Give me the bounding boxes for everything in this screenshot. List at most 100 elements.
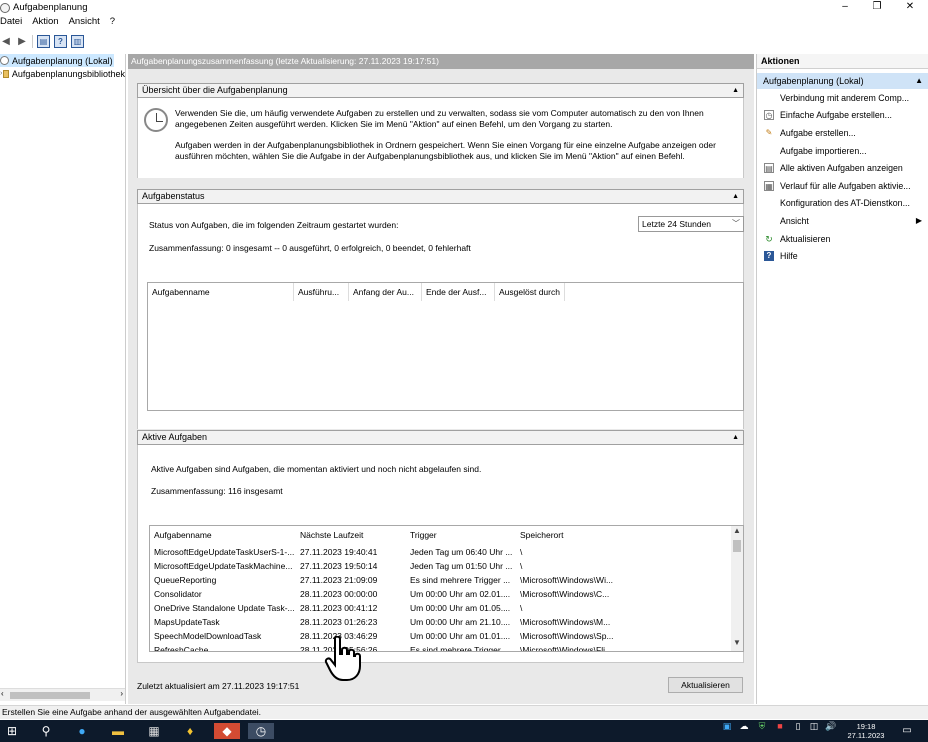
menu-help[interactable]: ? [110, 16, 115, 30]
antivirus-icon[interactable]: ■ [774, 722, 786, 740]
scroll-up-icon[interactable]: ▲ [731, 526, 743, 538]
action-at-config[interactable]: Konfiguration des AT-Dienstkon... [757, 195, 928, 213]
scroll-right-icon[interactable]: › [120, 689, 123, 698]
table-row[interactable]: OneDrive Standalone Update Task-... 28.11… [150, 601, 626, 615]
action-import-task[interactable]: Aufgabe importieren... [757, 142, 928, 160]
collapse-icon[interactable]: ▲ [732, 84, 739, 97]
menu-ansicht[interactable]: Ansicht [69, 16, 100, 30]
app-red-icon[interactable]: ◆ [214, 723, 240, 739]
actions-group-label: Aufgabenplanung (Lokal) [763, 76, 864, 86]
menu-datei[interactable]: Datei [0, 16, 22, 30]
table-cell: QueueReporting [154, 575, 217, 585]
toolbar-separator [32, 35, 33, 48]
table-row[interactable]: Consolidator 28.11.2023 00:00:00 Um 00:00 … [150, 587, 626, 601]
console-tree-icon[interactable]: ▤ [37, 35, 50, 48]
collapse-icon[interactable]: ▲ [732, 431, 739, 444]
volume-icon[interactable]: 🔊 [824, 722, 838, 740]
network-icon[interactable]: ◫ [808, 722, 820, 740]
scroll-thumb[interactable] [10, 692, 90, 699]
start-windows-icon[interactable]: ⊞ [4, 723, 20, 739]
table-row[interactable]: MicrosoftEdgeUpdateTaskUserS-1-... 27.11.… [150, 545, 626, 559]
refresh-button[interactable]: Aktualisieren [668, 677, 743, 693]
table-cell: \Microsoft\Windows\M... [520, 617, 611, 627]
last-updated-text: Zuletzt aktualisiert am 27.11.2023 19:17… [137, 681, 300, 691]
table-cell: Es sind mehrere Trigger ... [410, 645, 511, 652]
restore-button[interactable]: ❐ [862, 0, 892, 14]
status-task-table[interactable]: Aufgabenname Ausführu... Anfang der Au..… [147, 282, 744, 411]
status-period-select[interactable]: Letzte 24 Stunden ﹀ [638, 216, 744, 232]
action-label: Verbindung mit anderem Comp... [780, 92, 910, 103]
edge-browser-icon[interactable]: ● [74, 723, 90, 739]
minimize-button[interactable]: – [830, 0, 860, 14]
help-icon[interactable]: ? [54, 35, 67, 48]
table-cell: MicrosoftEdgeUpdateTaskMachine... [154, 561, 293, 571]
action-create-basic-task[interactable]: ◷ Einfache Aufgabe erstellen... [757, 107, 928, 125]
table-row[interactable]: RefreshCache 28.11.2023 05:56:26 Es sind m… [150, 643, 626, 652]
column-header[interactable]: Anfang der Au... [349, 283, 422, 301]
action-help[interactable]: ? Hilfe [757, 247, 928, 265]
paint-app-icon[interactable]: ♦ [182, 723, 198, 739]
column-header[interactable]: Ende der Ausf... [422, 283, 495, 301]
column-header[interactable]: Aufgabenname [150, 526, 296, 544]
collapse-icon[interactable]: ▲ [915, 73, 923, 89]
tray-app-icon[interactable]: ▣ [722, 722, 732, 740]
action-show-running[interactable]: ▤ Alle aktiven Aufgaben anzeigen [757, 159, 928, 177]
active-section-header[interactable]: Aktive Aufgaben ▲ [137, 430, 744, 445]
summary-pane: Aufgabenplanungszusammenfassung (letzte … [128, 54, 754, 704]
window-title: Aufgabenplanung [13, 2, 88, 13]
clock[interactable]: 19:18 27.11.2023 [842, 722, 890, 740]
task-scheduler-taskbar-icon[interactable]: ◷ [248, 723, 274, 739]
column-header[interactable]: Speicherort [516, 526, 626, 544]
clock-icon [0, 56, 9, 65]
search-icon[interactable]: ⚲ [38, 723, 54, 739]
file-explorer-icon[interactable]: ▬ [110, 723, 126, 739]
status-period-label: Status von Aufgaben, die im folgenden Ze… [149, 220, 399, 230]
table-row[interactable]: MicrosoftEdgeUpdateTaskMachine... 27.11.2… [150, 559, 626, 573]
overview-section-header[interactable]: Übersicht über die Aufgabenplanung ▲ [137, 83, 744, 98]
taskbar: ⊞ ⚲ ● ▬ ▦ ♦ ◆ ◷ ▣ ☁ ⛨ ■ ▯ ◫ 🔊 19:18 27.1… [0, 720, 928, 742]
close-button[interactable]: ✕ [895, 0, 925, 14]
forward-arrow-icon[interactable]: ▶ [16, 36, 28, 48]
scroll-down-icon[interactable]: ▼ [731, 638, 743, 650]
battery-icon[interactable]: ▯ [792, 722, 804, 740]
scroll-left-icon[interactable]: ‹ [1, 689, 4, 698]
network-app-icon[interactable]: ▦ [146, 723, 162, 739]
actions-group-header[interactable]: Aufgabenplanung (Lokal) ▲ [757, 73, 928, 89]
menu-aktion[interactable]: Aktion [32, 16, 58, 30]
blank-icon [764, 93, 774, 103]
column-header[interactable]: Trigger [406, 526, 516, 544]
column-header[interactable]: Nächste Laufzeit [296, 526, 406, 544]
column-header[interactable]: Ausgelöst durch [495, 283, 565, 301]
active-task-table[interactable]: Aufgabenname Nächste Laufzeit Trigger Sp… [149, 525, 744, 652]
column-header[interactable]: Ausführu... [294, 283, 349, 301]
table-row[interactable]: MapsUpdateTask 28.11.2023 01:26:23 Um 00:0… [150, 615, 626, 629]
action-label: Hilfe [780, 251, 798, 262]
table-row[interactable]: QueueReporting 27.11.2023 21:09:09 Es sind… [150, 573, 626, 587]
tree-horizontal-scrollbar[interactable]: ‹ › [0, 688, 125, 701]
action-refresh[interactable]: ↻ Aktualisieren [757, 230, 928, 248]
collapse-icon[interactable]: ▲ [732, 190, 739, 203]
action-pane-icon[interactable]: ▥ [71, 35, 84, 48]
back-arrow-icon[interactable]: ◀ [0, 36, 12, 48]
basic-task-icon: ◷ [764, 110, 774, 121]
action-connect[interactable]: Verbindung mit anderem Comp... [757, 89, 928, 107]
action-label: Aufgabe importieren... [780, 145, 867, 156]
action-enable-history[interactable]: ▦ Verlauf für alle Aufgaben aktivie... [757, 177, 928, 195]
tree-item-local[interactable]: Aufgabenplanung (Lokal) [0, 54, 114, 67]
table-cell: RefreshCache [154, 645, 209, 652]
notification-icon[interactable]: ▭ [898, 722, 916, 740]
clock-date: 27.11.2023 [847, 731, 885, 740]
action-create-task[interactable]: ✎ Aufgabe erstellen... [757, 124, 928, 142]
scroll-thumb[interactable] [733, 540, 741, 552]
shield-icon[interactable]: ⛨ [756, 722, 768, 740]
cloud-icon[interactable]: ☁ [738, 722, 750, 740]
active-table-scrollbar[interactable]: ▲ ▼ [731, 526, 743, 651]
column-header[interactable]: Aufgabenname [148, 283, 294, 301]
toolbar: ◀ ▶ ▤ ? ▥ [0, 33, 928, 50]
status-section-header[interactable]: Aufgabenstatus ▲ [137, 189, 744, 204]
action-view[interactable]: Ansicht ▶ [757, 212, 928, 230]
tree-item-library[interactable]: › Aufgabenplanungsbibliothek [0, 67, 125, 80]
table-cell: OneDrive Standalone Update Task-... [154, 603, 295, 613]
table-cell: \Microsoft\Windows\C... [520, 589, 610, 599]
table-row[interactable]: SpeechModelDownloadTask 28.11.2023 03:46:… [150, 629, 626, 643]
